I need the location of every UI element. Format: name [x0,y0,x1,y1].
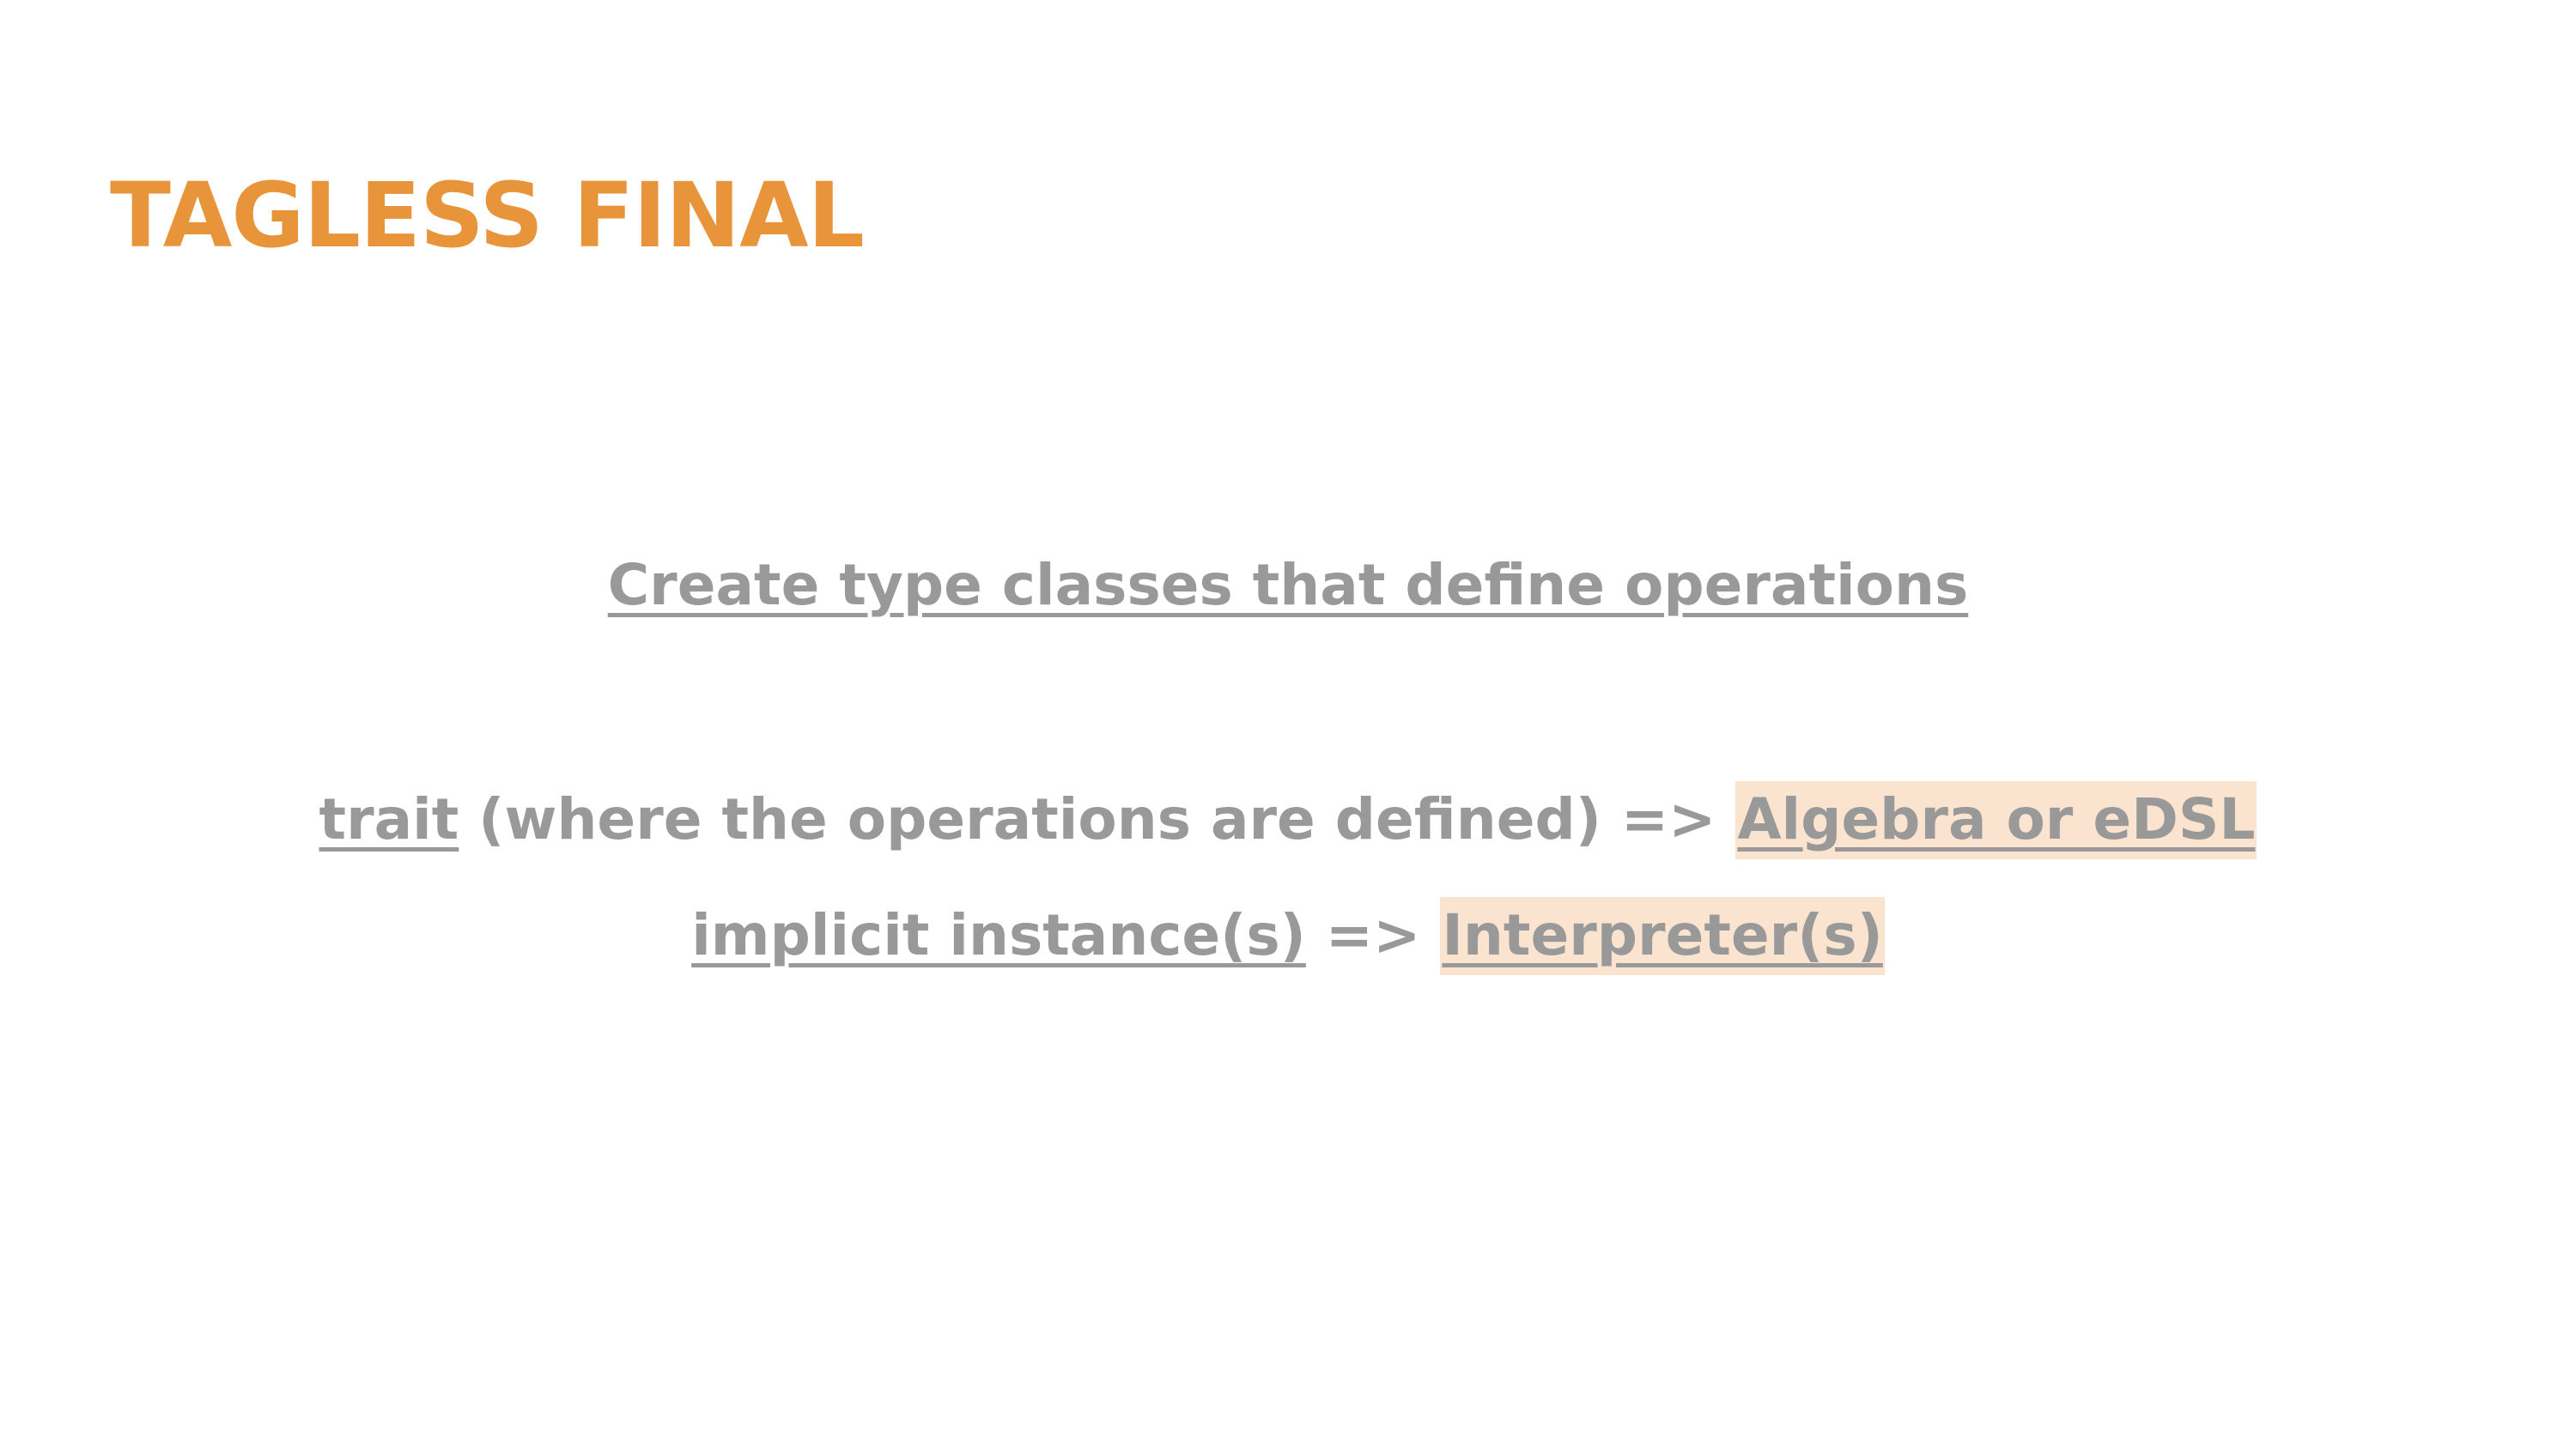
algebra-highlight: Algebra or eDSL [1735,781,2257,859]
slide: TAGLESS FINAL Create type classes that d… [0,0,2576,1449]
trait-line: trait (where the operations are defined)… [0,777,2576,863]
trait-term: trait [319,786,459,852]
trait-description: (where the operations are defined) => [459,786,1736,852]
instance-term: implicit instance(s) [691,902,1306,968]
slide-title: TAGLESS FINAL [110,163,865,268]
instance-line: implicit instance(s) => Interpreter(s) [0,893,2576,979]
heading-line: Create type classes that define operatio… [0,543,2576,628]
interpreter-highlight: Interpreter(s) [1440,897,1885,975]
instance-arrow: => [1305,902,1441,968]
heading-text: Create type classes that define operatio… [607,552,1969,618]
